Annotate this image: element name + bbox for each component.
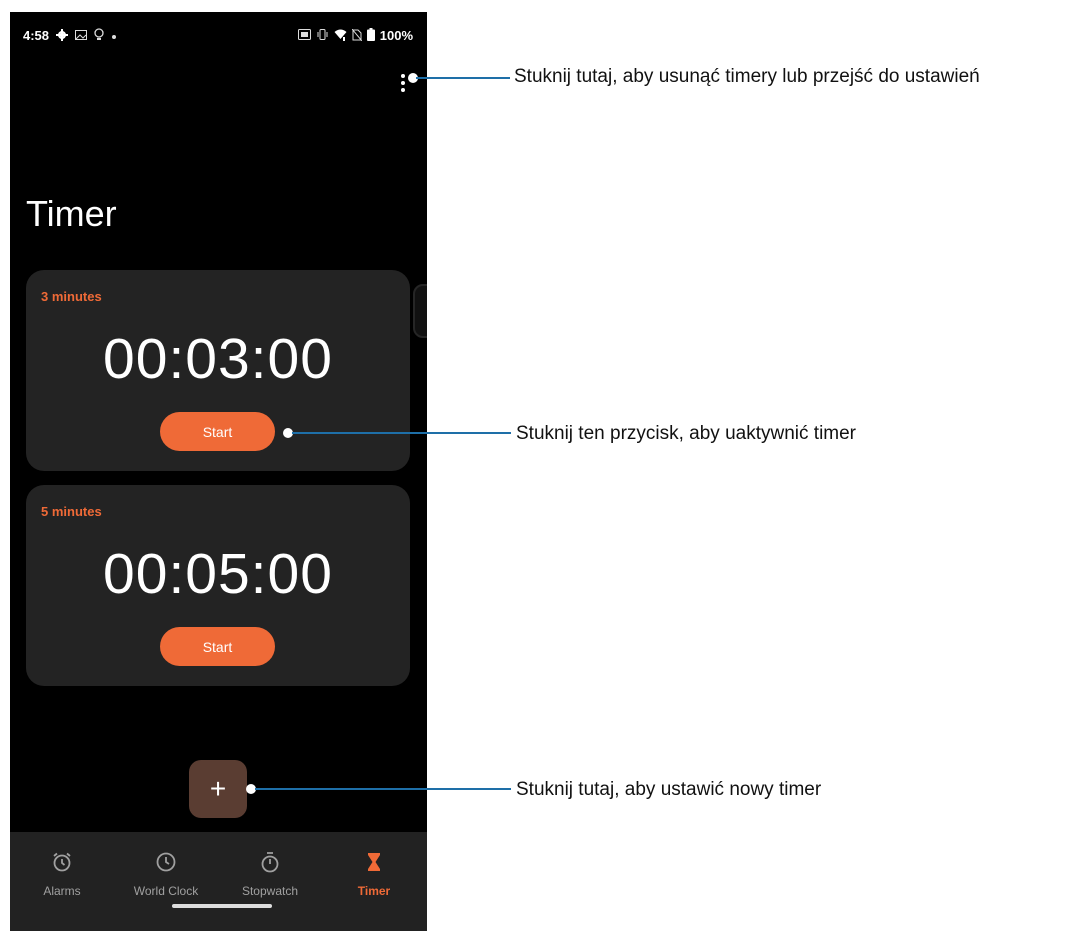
timer-time[interactable]: 00:03:00 <box>26 326 410 392</box>
callout-line-add <box>255 788 511 790</box>
alarm-icon <box>10 850 114 874</box>
clock-icon <box>114 850 218 874</box>
nav-item-timer[interactable]: Timer <box>322 850 426 898</box>
nav-item-alarms[interactable]: Alarms <box>10 850 114 898</box>
status-right: 100% <box>297 28 413 43</box>
page-title: Timer <box>26 193 117 234</box>
gear-icon <box>56 28 69 43</box>
vibrate-icon <box>316 29 329 42</box>
plus-icon: + <box>209 773 227 804</box>
add-timer-button[interactable]: + <box>189 760 247 818</box>
nav-label: World Clock <box>133 884 199 898</box>
battery-percent: 100% <box>379 28 413 43</box>
bottom-nav: Alarms World Clock Stopwatch Timer <box>10 832 427 931</box>
nav-label: Timer <box>357 884 391 898</box>
next-timer-peek[interactable] <box>413 284 427 338</box>
nav-item-stopwatch[interactable]: Stopwatch <box>218 850 322 898</box>
bulb-icon <box>94 28 104 43</box>
image-icon <box>75 29 88 42</box>
timer-card[interactable]: 3 minutes 00:03:00 Start <box>26 270 410 471</box>
nav-label: Stopwatch <box>241 884 299 898</box>
status-time: 4:58 <box>23 28 50 43</box>
nav-label: Alarms <box>43 884 81 898</box>
status-bar: 4:58 100% <box>10 12 427 58</box>
no-sim-icon <box>351 28 363 43</box>
home-indicator[interactable] <box>172 904 272 908</box>
annotation-add: Stuknij tutaj, aby ustawić nowy timer <box>516 779 822 800</box>
nav-item-world-clock[interactable]: World Clock <box>114 850 218 898</box>
phone-screen: 4:58 100% Timer 3 minutes 00:03:00 Start… <box>10 12 427 931</box>
stopwatch-icon <box>218 850 322 874</box>
annotation-start: Stuknij ten przycisk, aby uaktywnić time… <box>516 423 857 444</box>
start-button[interactable]: Start <box>160 627 275 666</box>
timer-time[interactable]: 00:05:00 <box>26 541 410 607</box>
battery-icon <box>366 28 375 43</box>
dot-icon <box>111 30 117 42</box>
wifi-icon <box>334 29 347 43</box>
timer-label[interactable]: 5 minutes <box>41 504 102 519</box>
annotation-menu: Stuknij tutaj, aby usunąć timery lub prz… <box>514 66 980 87</box>
status-left: 4:58 <box>23 28 117 43</box>
hourglass-icon <box>322 850 426 874</box>
timer-card[interactable]: 5 minutes 00:05:00 Start <box>26 485 410 686</box>
callout-line-start <box>292 432 511 434</box>
timer-label[interactable]: 3 minutes <box>41 289 102 304</box>
nfc-icon <box>297 29 311 42</box>
start-button[interactable]: Start <box>160 412 275 451</box>
callout-line-menu <box>416 77 510 79</box>
more-vert-icon <box>401 74 405 78</box>
